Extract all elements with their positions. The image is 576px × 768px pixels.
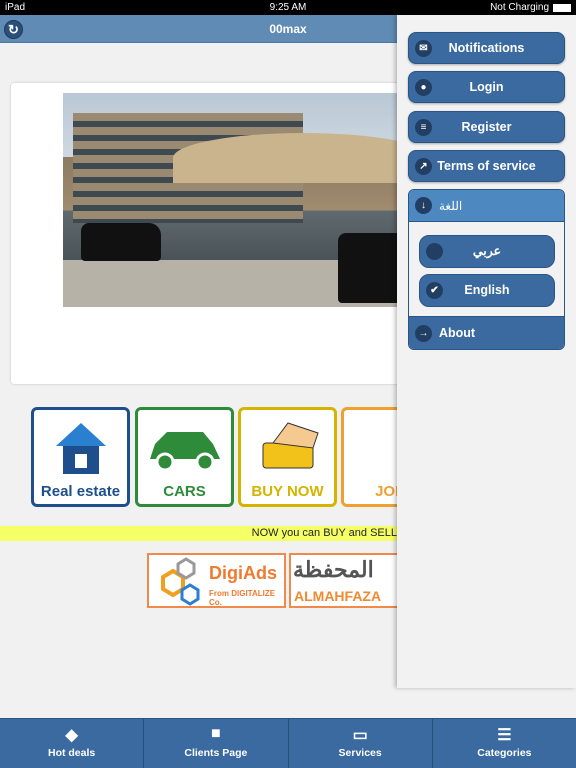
arrow-right-icon: → <box>415 325 432 342</box>
tab-clients-page[interactable]: ■ Clients Page <box>144 719 289 768</box>
notifications-button[interactable]: ✉ Notifications <box>408 32 565 64</box>
tab-label: Categories <box>477 747 532 759</box>
tab-label: Clients Page <box>184 747 248 759</box>
clock: 9:25 AM <box>269 2 307 13</box>
page-title: 00max <box>269 22 307 36</box>
tab-label: Services <box>338 747 382 759</box>
radio-unchecked-icon <box>426 243 443 260</box>
tab-label: Hot deals <box>47 747 96 759</box>
banner-card <box>11 83 411 384</box>
refresh-icon[interactable]: ↻ <box>4 20 23 39</box>
language-title: اللغة <box>439 199 463 213</box>
side-panel: ✉ Notifications ● Login ≡ Register ↗ Terms o… <box>397 15 576 688</box>
user-icon: ● <box>415 79 432 96</box>
briefcase-icon: ■ <box>211 725 221 742</box>
envelope-icon: ✉ <box>415 40 432 57</box>
button-label: Notifications <box>448 41 525 55</box>
fire-icon: ◆ <box>65 727 78 744</box>
ad-title: DigiAds <box>209 563 278 583</box>
share-icon: ↗ <box>415 158 432 175</box>
tile-label: BUY NOW <box>251 483 324 500</box>
tile-real-estate[interactable]: Real estate <box>31 407 130 507</box>
hexagons-logo <box>161 557 200 606</box>
option-label: عربي <box>472 244 502 258</box>
tile-label: Real estate <box>40 483 121 500</box>
bottom-tab-bar: ◆ Hot deals ■ Clients Page ▭ Services ☰ Cate… <box>0 718 576 768</box>
card-hand-icon <box>262 422 319 469</box>
list-icon: ☰ <box>497 727 512 744</box>
arrow-down-icon: ↓ <box>415 197 432 214</box>
button-label: Register <box>461 120 512 134</box>
news-ticker: NOW you can BUY and SELL <box>0 526 397 541</box>
terms-of-service-button[interactable]: ↗ Terms of service <box>408 150 565 182</box>
car-icon <box>149 432 220 472</box>
language-option-arabic[interactable]: عربي <box>419 235 555 268</box>
ad-digiads[interactable]: DigiAds From DIGITALIZE Co. <box>147 553 286 608</box>
status-bar: iPad 9:25 AM Not Charging <box>0 0 576 15</box>
tile-label: CARS <box>163 483 206 500</box>
tab-categories[interactable]: ☰ Categories <box>433 719 576 768</box>
tile-cars[interactable]: CARS <box>135 407 234 507</box>
language-header[interactable]: ↓ اللغة <box>409 190 564 222</box>
credit-card-icon: ▭ <box>352 727 368 744</box>
ad-subtitle: ALMAHFAZA <box>294 588 382 604</box>
tab-services[interactable]: ▭ Services <box>289 719 433 768</box>
ad-title: المحفظة <box>293 557 374 582</box>
button-label: Terms of service <box>437 159 536 173</box>
language-option-english[interactable]: ✔ English <box>419 274 555 307</box>
tab-hot-deals[interactable]: ◆ Hot deals <box>0 719 145 768</box>
about-label: About <box>439 326 476 340</box>
ticker-text: NOW you can BUY and SELL <box>251 527 397 539</box>
login-button[interactable]: ● Login <box>408 71 565 103</box>
bars-icon: ≡ <box>415 119 432 136</box>
button-label: Login <box>469 80 504 94</box>
tile-buy-now[interactable]: BUY NOW <box>238 407 337 507</box>
about-button[interactable]: → About <box>409 316 564 349</box>
check-icon: ✔ <box>426 282 443 299</box>
language-collapsible: ↓ اللغة عربي ✔ English → About <box>408 189 565 350</box>
hospital-photo[interactable] <box>63 93 403 307</box>
house-icon <box>55 423 106 474</box>
ad-subtitle: From DIGITALIZE Co. <box>209 589 276 607</box>
register-button[interactable]: ≡ Register <box>408 111 565 143</box>
option-label: English <box>464 283 510 297</box>
ad-almahfaza[interactable]: المحفظة ALMAHFAZA <box>289 553 409 608</box>
